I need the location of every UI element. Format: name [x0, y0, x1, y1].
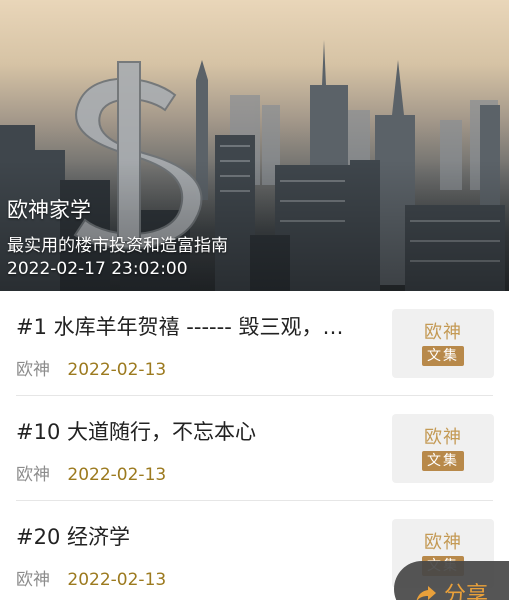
article-date: 2022-02-13 [67, 360, 167, 380]
thumbnail-bottom-text: 文集 [422, 450, 464, 471]
article-title: #1 水库羊年贺禧 ------ 毁三观，… [16, 315, 344, 339]
article-meta: 欧神 2022-02-13 [16, 355, 166, 380]
hero-title: 欧神家学 [7, 198, 91, 222]
article-author: 欧神 [16, 570, 50, 590]
article-author: 欧神 [16, 465, 50, 485]
article-item-2[interactable]: #10 大道随行，不忘本心 欧神 2022-02-13 欧神 文集 [16, 396, 494, 501]
article-thumbnail[interactable]: 欧神 文集 [392, 414, 494, 483]
share-label: 分享 [444, 583, 489, 600]
thumbnail-top-text: 欧神 [424, 321, 462, 343]
share-button[interactable]: 分享 [394, 561, 509, 600]
article-meta: 欧神 2022-02-13 [16, 565, 166, 590]
article-item-1[interactable]: #1 水库羊年贺禧 ------ 毁三观，… 欧神 2022-02-13 欧神 … [16, 291, 494, 396]
hero-subtitle: 最实用的楼市投资和造富指南 [7, 236, 228, 256]
thumbnail-top-text: 欧神 [424, 531, 462, 553]
article-meta: 欧神 2022-02-13 [16, 460, 166, 485]
thumbnail-bottom-text: 文集 [422, 345, 464, 366]
page: 欧神家学 最实用的楼市投资和造富指南 2022-02-17 23:02:00 #… [0, 0, 509, 600]
article-date: 2022-02-13 [67, 570, 167, 590]
article-title: #10 大道随行，不忘本心 [16, 420, 256, 444]
article-title: #20 经济学 [16, 525, 130, 549]
article-list: #1 水库羊年贺禧 ------ 毁三观，… 欧神 2022-02-13 欧神 … [16, 291, 494, 600]
share-arrow-icon [416, 586, 436, 600]
thumbnail-top-text: 欧神 [424, 426, 462, 448]
hero-banner[interactable]: 欧神家学 最实用的楼市投资和造富指南 2022-02-17 23:02:00 [0, 0, 509, 291]
article-date: 2022-02-13 [67, 465, 167, 485]
article-author: 欧神 [16, 360, 50, 380]
article-thumbnail[interactable]: 欧神 文集 [392, 309, 494, 378]
hero-date: 2022-02-17 23:02:00 [7, 259, 188, 279]
